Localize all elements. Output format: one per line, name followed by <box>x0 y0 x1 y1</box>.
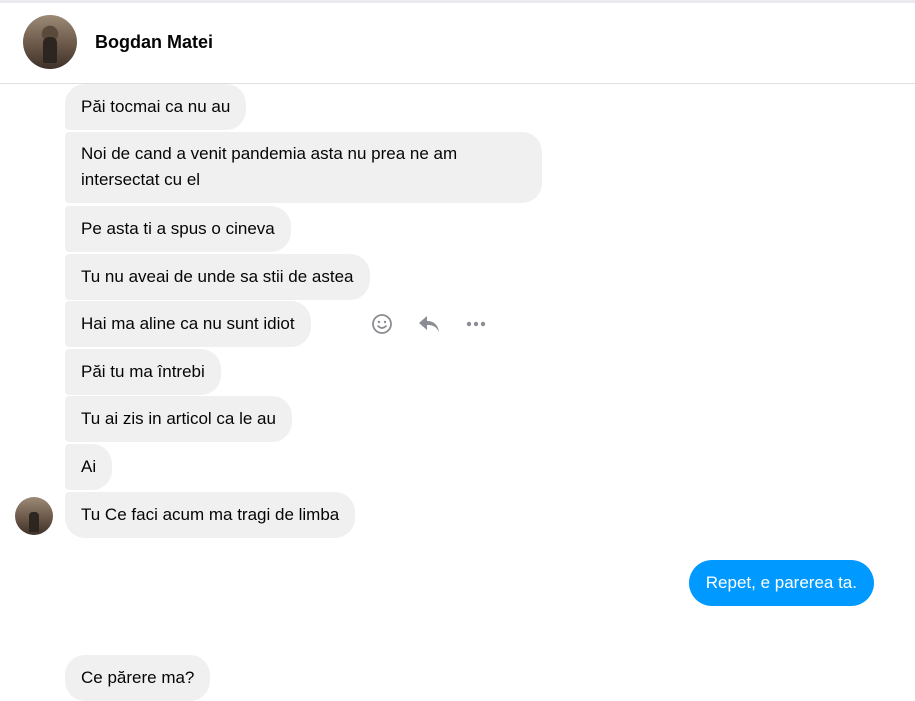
message-in[interactable]: Tu nu aveai de unde sa stii de astea <box>65 254 370 300</box>
reply-icon[interactable] <box>417 312 441 336</box>
react-icon[interactable] <box>370 312 394 336</box>
message-in[interactable]: Tu ai zis in articol ca le au <box>65 396 292 442</box>
sender-avatar[interactable] <box>15 497 53 535</box>
message-in[interactable]: Pe asta ti a spus o cineva <box>65 206 291 252</box>
message-in[interactable]: Tu Ce faci acum ma tragi de limba <box>65 492 356 538</box>
message-in[interactable]: Ce părere ma? <box>65 655 211 701</box>
message-actions <box>370 312 511 336</box>
message-in[interactable]: Noi de cand a venit pandemia asta nu pre… <box>65 132 542 203</box>
message-in[interactable]: Ai <box>65 444 113 490</box>
contact-name[interactable]: Bogdan Matei <box>95 32 213 53</box>
message-in[interactable]: Hai ma aline ca nu sunt idiot <box>65 301 311 347</box>
more-icon[interactable] <box>464 312 488 336</box>
contact-avatar[interactable] <box>23 15 77 69</box>
message-in[interactable]: Păi tocmai ca nu au <box>65 84 247 130</box>
message-in[interactable]: Păi tu ma întrebi <box>65 349 221 395</box>
message-out[interactable]: Repet, e parerea ta. <box>688 560 874 606</box>
conversation-header: Bogdan Matei <box>0 3 915 84</box>
